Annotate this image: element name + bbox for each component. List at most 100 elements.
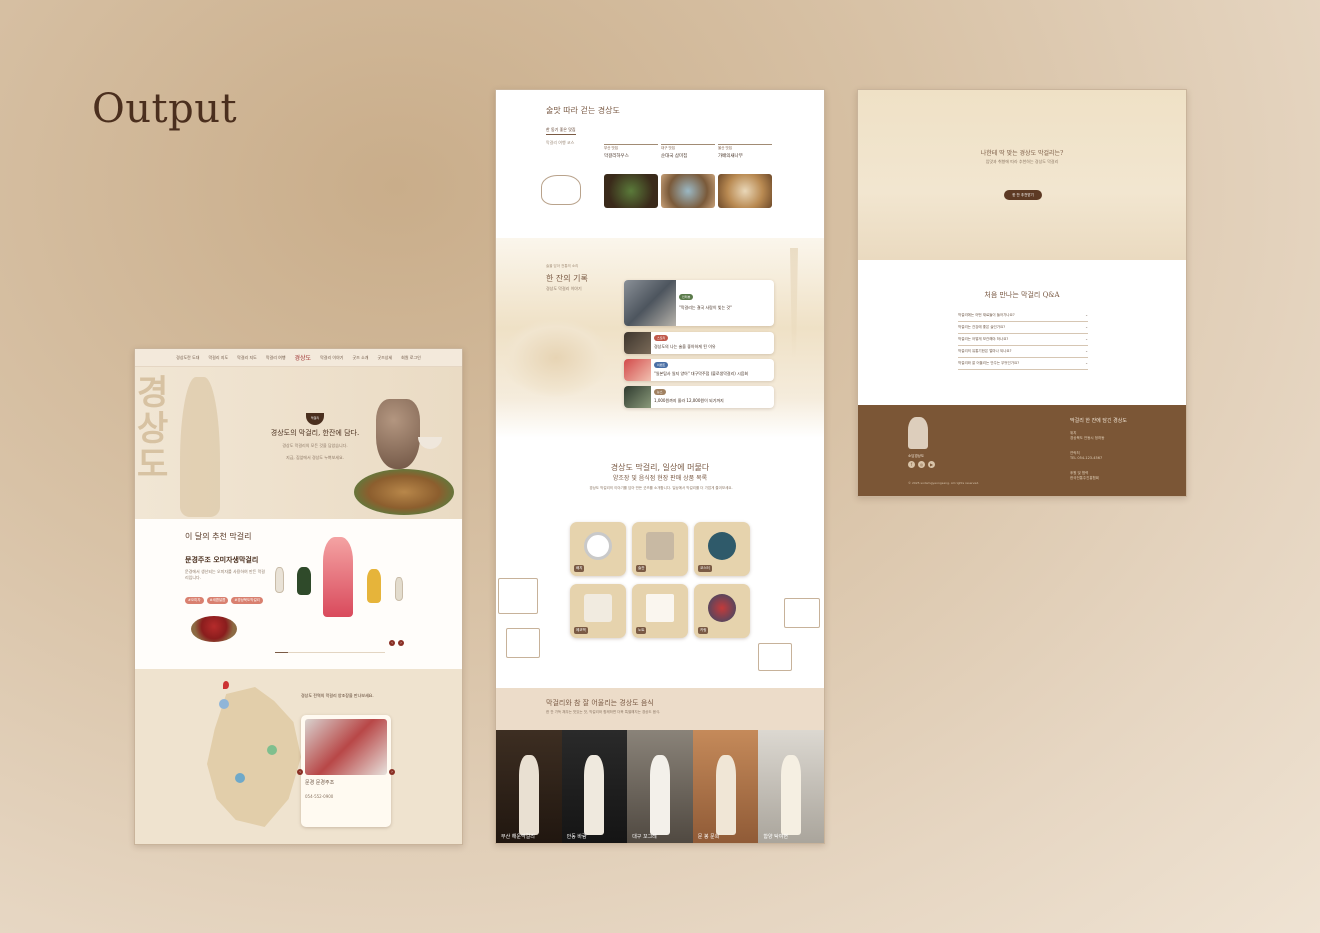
hero-link[interactable]: 지금, 집앞에서 경상도 누벼보세요. — [255, 455, 375, 461]
goods-card[interactable]: 술잔 — [632, 522, 688, 576]
facebook-icon[interactable]: f — [908, 461, 915, 468]
info-value: TEL 054-123-4567 — [1070, 456, 1103, 460]
news-card[interactable]: 스토리 경상도의 나는 술을 좋아하게 된 이유 — [624, 332, 774, 354]
nav-item[interactable]: 경상도란 도대 — [176, 355, 199, 361]
hero-text: 막걸리 경상도의 막걸리, 한잔에 담다. 경상도 막걸리의 모든 것을 담았습… — [255, 413, 375, 461]
reed-illustration — [790, 248, 798, 358]
photo-label: 문 봉 문희 — [697, 834, 720, 840]
bottle-image — [275, 567, 284, 593]
qa-question: 막걸리는 건강에 좋은 술인가요? — [958, 325, 1006, 329]
section-title: 막걸리와 참 잘 어울리는 경상도 음식 — [546, 699, 654, 707]
section-desc: 경상도 막걸리의 이야기를 담아 만든 굿즈를 소개합니다. 일상에서 막걸리를… — [589, 486, 733, 490]
bottle-image — [297, 567, 311, 595]
nav-item[interactable]: 막걸리 여행 — [266, 355, 286, 361]
nav-item[interactable]: 회원 로그인 — [401, 355, 421, 361]
goods-card[interactable]: 키링 — [694, 584, 750, 638]
hero-section: 경상도 막걸리 경상도의 막걸리, 한잔에 담다. 경상도 막걸리의 모든 것을… — [135, 367, 462, 519]
next-arrow-icon[interactable]: › — [398, 640, 404, 646]
tab[interactable]: 막걸리 여행 코스 — [546, 140, 574, 146]
pairing-photo[interactable]: 대구 꼬그레 — [627, 730, 693, 843]
tag[interactable]: #새콤달콤 — [206, 597, 229, 604]
map-region[interactable] — [235, 773, 245, 783]
food-pairing-header: 막걸리와 참 잘 어울리는 경상도 음식 한 잔 가득 채우는 맛있는 맛, 막… — [496, 688, 824, 730]
goods-card[interactable]: 코스터 — [694, 522, 750, 576]
food-photo[interactable] — [661, 174, 715, 208]
travel-section: 술맛 따라 걷는 경상도 한 동기 좋은 맛집 막걸리 여행 코스 부산 맛집 … — [496, 90, 824, 238]
chevron-down-icon: ⌄ — [1085, 325, 1088, 329]
omija-berries-image — [191, 616, 237, 642]
recommend-section: 이 달의 추천 막걸리 문경주조 오미자생막걸리 문경에서 생산되는 오미자를 … — [135, 519, 462, 669]
footer-info: 위치 경상북도 안동시 정하동 — [1070, 431, 1104, 441]
pottery-illustration — [541, 175, 581, 205]
prev-arrow-icon[interactable]: ‹ — [389, 640, 395, 646]
news-badge: 스토리 — [654, 335, 669, 341]
logo[interactable]: 경상도 — [295, 353, 312, 362]
food-photo[interactable] — [718, 174, 772, 208]
tag[interactable]: #오미자 — [185, 597, 204, 604]
qa-section: 처음 만나는 막걸리 Q&A 막걸리에는 어떤 재료들이 들어가나요? ⌄ 막걸리… — [858, 260, 1186, 405]
goods-card[interactable]: 노트 — [632, 584, 688, 638]
carousel-controls: ‹ › — [389, 640, 404, 646]
next-arrow-icon[interactable]: › — [389, 769, 395, 775]
goods-label: 에코백 — [574, 627, 588, 634]
news-badge: 이벤트 — [654, 362, 669, 368]
prev-arrow-icon[interactable]: ‹ — [297, 769, 303, 775]
section-title: 이 달의 추천 막걸리 — [185, 532, 252, 541]
product-desc: 문경에서 생산되는 오미자를 사용하여 만든 막걸리입니다. — [185, 569, 265, 580]
carousel-progress — [275, 652, 385, 653]
news-card-featured[interactable]: 인터뷰 "막걸리는 결국 사람이 빚는 것" — [624, 280, 774, 326]
nav-item[interactable]: 막걸리 지도 — [237, 355, 257, 361]
map-region[interactable] — [219, 699, 229, 709]
tab-active[interactable]: 한 동기 좋은 맛집 — [546, 127, 576, 135]
photo-label: 안동 바람 — [566, 834, 587, 840]
goods-label: 술잔 — [636, 565, 647, 572]
map-intro: 경상도 전역의 막걸리 양조장을 만나보세요. — [301, 693, 374, 698]
nav-item[interactable]: 굿즈상세 — [377, 355, 392, 361]
pairing-photo[interactable]: 부산 해운막걸리 — [496, 730, 562, 843]
pairing-photo[interactable]: 안동 바람 — [561, 730, 628, 843]
mockup-stories: 술맛 따라 걷는 경상도 한 동기 좋은 맛집 막걸리 여행 코스 부산 맛집 … — [495, 89, 825, 844]
goods-card[interactable]: 에코백 — [570, 584, 626, 638]
chevron-down-icon: ⌄ — [1085, 313, 1088, 317]
nav-item[interactable]: 굿즈 소개 — [352, 355, 368, 361]
place-item[interactable]: 부산 맛집 막걸리하우스 — [604, 144, 658, 159]
featured-bottle-image — [323, 537, 353, 617]
news-card[interactable]: 이벤트 "일본탐사 일지 양아" 대구막주점 (불로생막걸리) 시음회 — [624, 359, 774, 381]
place-name: 막걸리하우스 — [604, 154, 629, 159]
goods-label: 배지 — [574, 565, 585, 572]
gift-box-illustration — [506, 628, 540, 658]
makgeolli-jar-image — [376, 399, 420, 469]
tag[interactable]: #경상북도막걸리 — [231, 597, 263, 604]
chevron-down-icon: ⌄ — [1085, 361, 1088, 365]
food-photo[interactable] — [604, 174, 658, 208]
brewery-name: 문경 문경주조 — [305, 780, 335, 786]
brewery-phone: 054-552-0900 — [305, 794, 334, 799]
place-item[interactable]: 대구 맛집 순대국 삼미집 — [661, 144, 715, 159]
nav-item[interactable]: 막걸리 지도 — [209, 355, 229, 361]
news-card[interactable]: 뉴스 1,000원까지 올라 12,000원이 되기까지 — [624, 386, 774, 408]
recommend-button[interactable]: 한 잔 추천받기 — [1004, 190, 1042, 200]
qa-item[interactable]: 막걸리는 건강에 좋은 술인가요? ⌄ — [958, 322, 1088, 334]
chevron-down-icon: ⌄ — [1085, 337, 1088, 341]
youtube-icon[interactable]: ▶ — [928, 461, 935, 468]
qa-question: 막걸리와 잘 어울리는 안주는 무엇인가요? — [958, 361, 1020, 365]
pairing-photo[interactable]: 문 봉 문희 — [692, 730, 759, 843]
qa-item[interactable]: 막걸리의 유통기한은 얼마나 되나요? ⌄ — [958, 346, 1088, 358]
qa-item[interactable]: 막걸리와 잘 어울리는 안주는 무엇인가요? ⌄ — [958, 358, 1088, 370]
pairing-photo[interactable]: 함양 탁여현 — [758, 730, 824, 843]
qa-item[interactable]: 막걸리는 어떻게 보관해야 하나요? ⌄ — [958, 334, 1088, 346]
map-region[interactable] — [267, 745, 277, 755]
story-section: 술을 담아 전통의 소리 한 잔의 기록 경상도 막걸리 이야기 인터뷰 "막걸… — [496, 238, 824, 438]
footer-brand: 소담경상도 — [908, 454, 925, 458]
brewery-card[interactable]: 문경 문경주조 054-552-0900 — [301, 715, 391, 827]
qa-question: 막걸리에는 어떤 재료들이 들어가나요? — [958, 313, 1015, 317]
qa-item[interactable]: 막걸리에는 어떤 재료들이 들어가나요? ⌄ — [958, 310, 1088, 322]
place-item[interactable]: 울산 맛집 가배의새나무 — [718, 144, 772, 159]
instagram-icon[interactable]: ◎ — [918, 461, 925, 468]
bottle-image — [715, 755, 736, 835]
footer-logo[interactable] — [908, 417, 928, 449]
goods-card[interactable]: 배지 — [570, 522, 626, 576]
chevron-down-icon: ⌄ — [1085, 349, 1088, 353]
nav-item[interactable]: 막걸리 이야기 — [320, 355, 343, 361]
section-title: 경상도 막걸리, 일상에 머물다 — [610, 463, 710, 472]
